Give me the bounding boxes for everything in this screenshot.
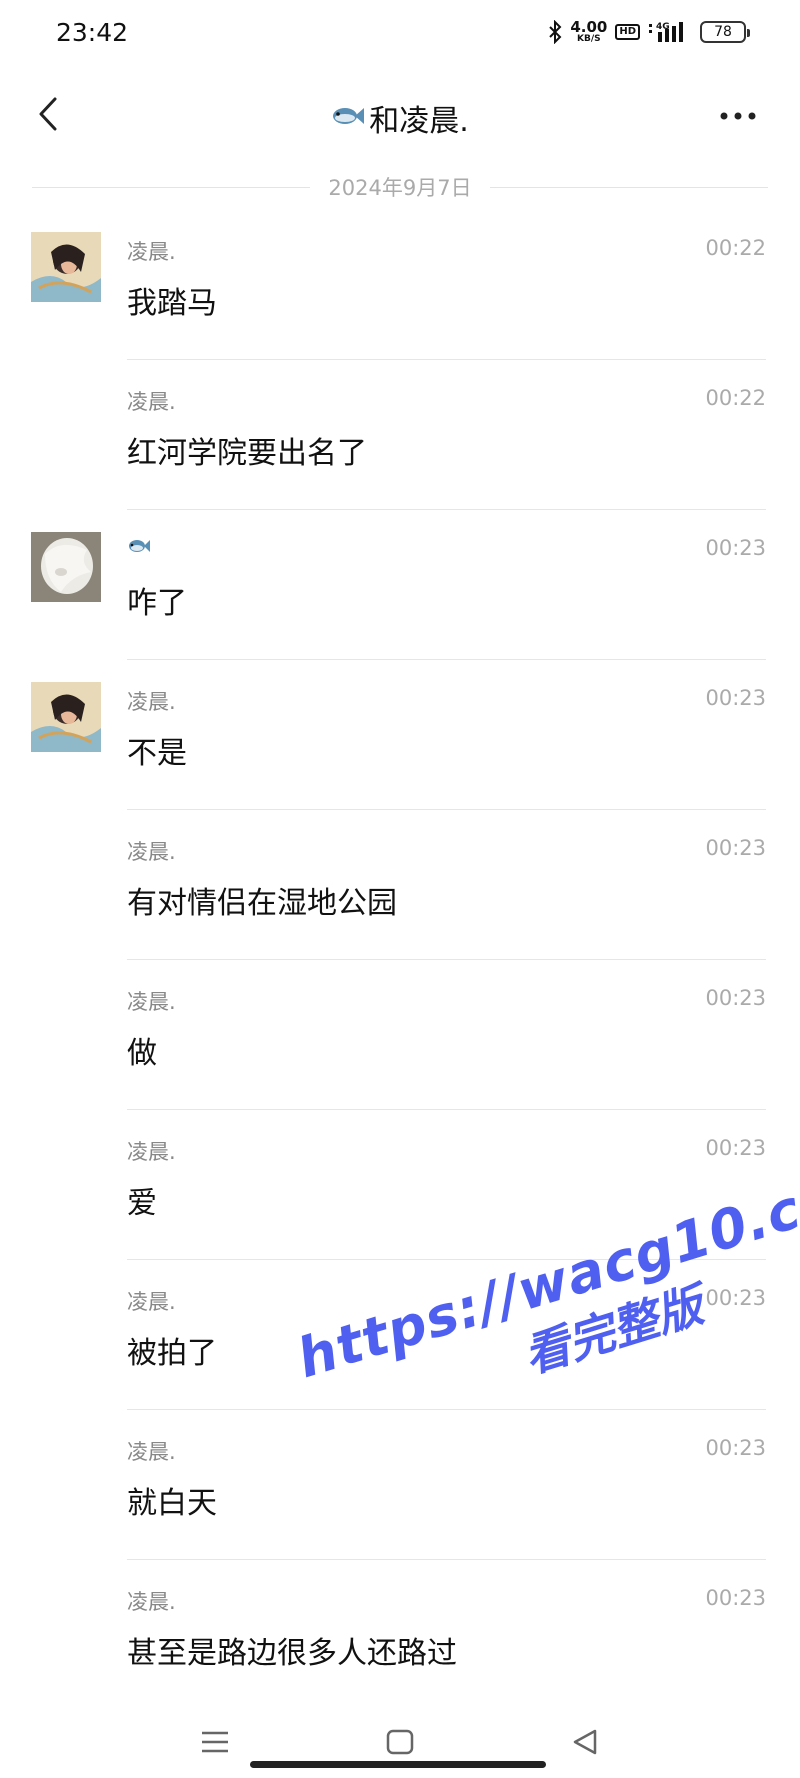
divider (32, 186, 311, 188)
message-time: 00:23 (705, 1286, 766, 1310)
fish-icon (129, 540, 150, 552)
message-item[interactable]: 凌晨. 00:23 有对情侣在湿地公园 (0, 810, 800, 960)
message-text: 我踏马 (127, 286, 217, 321)
square-icon (386, 1729, 414, 1755)
message-item[interactable]: 凌晨. 00:22 红河学院要出名了 (0, 360, 800, 510)
chat-header: 和凌晨. (0, 78, 800, 160)
message-item[interactable]: 凌晨. 00:23 被拍了 (0, 1260, 800, 1410)
more-options-button[interactable] (710, 96, 766, 136)
status-bar: 23:42 4.00 KB/S HD 4G 78 (0, 0, 800, 70)
network-speed-unit: KB/S (577, 34, 601, 44)
message-item[interactable]: 凌晨. 00:22 我踏马 (0, 210, 800, 360)
fish-icon (331, 101, 365, 136)
back-nav-button[interactable] (560, 1722, 610, 1762)
menu-icon (202, 1731, 228, 1753)
message-text: 有对情侣在湿地公园 (127, 886, 397, 921)
message-item[interactable]: 凌晨. 00:23 爱 (0, 1110, 800, 1260)
sender-name: 凌晨. (127, 840, 176, 864)
more-icon (720, 112, 756, 120)
message-text: 红河学院要出名了 (127, 436, 367, 471)
message-text: 不是 (127, 736, 187, 771)
message-text: 咋了 (127, 586, 187, 621)
date-label: 2024年9月7日 (328, 176, 472, 200)
home-button[interactable] (375, 1722, 425, 1762)
message-item[interactable]: 凌晨. 00:23 不是 (0, 660, 800, 810)
message-time: 00:23 (705, 836, 766, 860)
date-separator: 2024年9月7日 (32, 172, 769, 202)
message-text: 甚至是路边很多人还路过 (127, 1636, 457, 1671)
sender-name: 凌晨. (127, 1440, 176, 1464)
message-time: 00:23 (705, 1586, 766, 1610)
sender-name: 凌晨. (127, 390, 176, 414)
message-time: 00:23 (705, 536, 766, 560)
message-time: 00:22 (705, 236, 766, 260)
avatar[interactable] (31, 682, 101, 752)
recent-apps-button[interactable] (190, 1722, 240, 1762)
status-icons: 4.00 KB/S HD 4G 78 (548, 20, 750, 44)
message-list[interactable]: 凌晨. 00:22 我踏马 凌晨. 00:22 红河学院要出名了 00:23 咋… (0, 210, 800, 1710)
message-time: 00:23 (705, 686, 766, 710)
sender-name: 凌晨. (127, 690, 176, 714)
chat-title: 和凌晨. (369, 104, 469, 139)
triangle-back-icon (573, 1729, 597, 1755)
message-text: 就白天 (127, 1486, 217, 1521)
bluetooth-icon (548, 20, 562, 44)
message-item[interactable]: 凌晨. 00:23 做 (0, 960, 800, 1110)
avatar[interactable] (31, 532, 101, 602)
battery-indicator: 78 (700, 21, 750, 43)
message-text: 做 (127, 1036, 157, 1071)
sender-name (127, 536, 151, 560)
network-speed-value: 4.00 (570, 18, 608, 36)
message-item[interactable]: 00:23 咋了 (0, 510, 800, 660)
home-indicator[interactable] (250, 1761, 546, 1768)
message-time: 00:22 (705, 386, 766, 410)
system-navigation-bar (0, 1708, 800, 1778)
avatar[interactable] (31, 232, 101, 302)
message-item[interactable]: 凌晨. 00:23 甚至是路边很多人还路过 (0, 1560, 800, 1710)
sender-name: 凌晨. (127, 990, 176, 1014)
status-time: 23:42 (56, 18, 129, 47)
message-time: 00:23 (705, 1436, 766, 1460)
message-text: 被拍了 (127, 1336, 217, 1371)
signal-icon: 4G (648, 20, 692, 44)
divider (489, 186, 769, 188)
message-text: 爱 (127, 1186, 157, 1221)
hd-badge: HD (615, 24, 640, 40)
sender-name: 凌晨. (127, 1590, 176, 1614)
sender-name: 凌晨. (127, 1140, 176, 1164)
message-time: 00:23 (705, 986, 766, 1010)
battery-level: 78 (714, 24, 732, 40)
page-title: 和凌晨. (0, 96, 800, 140)
sender-name: 凌晨. (127, 240, 176, 264)
sender-name: 凌晨. (127, 1290, 176, 1314)
network-speed: 4.00 KB/S (570, 20, 607, 44)
message-item[interactable]: 凌晨. 00:23 就白天 (0, 1410, 800, 1560)
message-time: 00:23 (705, 1136, 766, 1160)
